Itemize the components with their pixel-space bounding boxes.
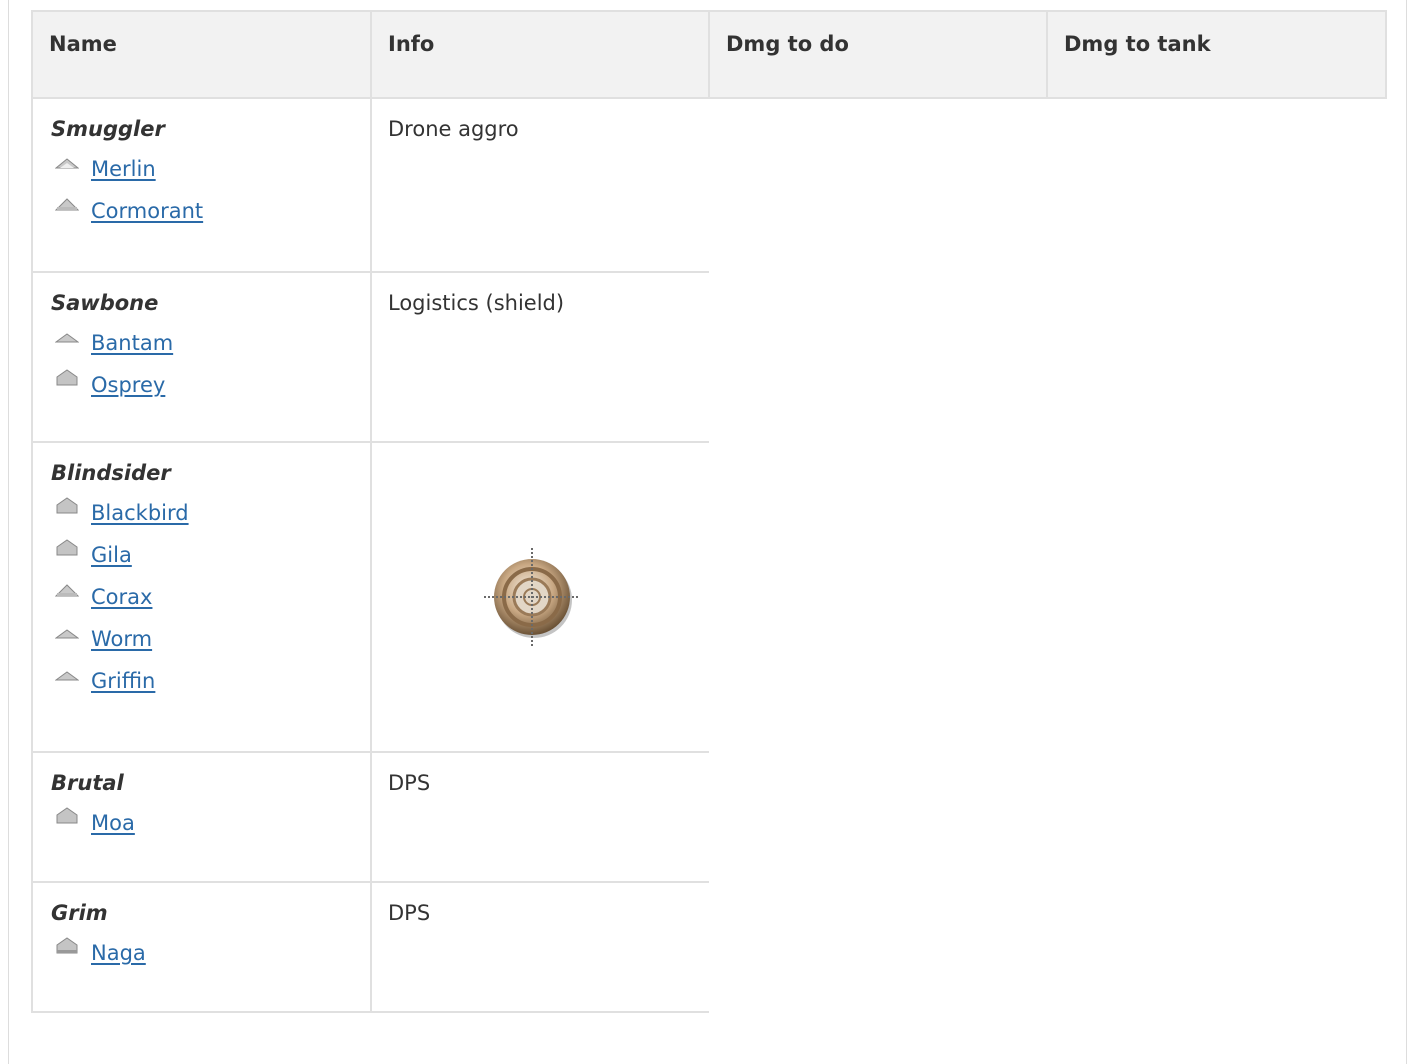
ship-hull-icon	[55, 495, 79, 515]
left-border	[8, 0, 9, 1064]
ship-link-merlin[interactable]: Merlin	[91, 157, 156, 181]
header-info: Info	[370, 10, 710, 99]
name-cell: Smuggler Merlin Cormorant	[31, 97, 372, 272]
header-dmg-to-do: Dmg to do	[708, 10, 1048, 99]
info-cell: DPS	[371, 751, 709, 882]
group-name: Sawbone	[51, 291, 159, 315]
ship-link-griffin[interactable]: Griffin	[91, 669, 155, 693]
dmg-to-tank-cell	[1047, 882, 1386, 1012]
dmg-to-do-cell	[709, 752, 1047, 882]
right-border	[1406, 0, 1407, 1064]
ship-link-bantam[interactable]: Bantam	[91, 331, 173, 355]
name-cell: Grim Naga	[31, 881, 372, 1013]
group-name: Blindsider	[51, 461, 171, 485]
dmg-to-tank-cell	[1047, 752, 1386, 882]
ship-entry: Blackbird	[51, 490, 354, 536]
header-dmg-to-tank: Dmg to tank	[1046, 10, 1387, 99]
name-cell: Brutal Moa	[31, 751, 372, 882]
page: Name Info Dmg to do Dmg to tank Smuggler…	[0, 0, 1410, 1064]
table-row: Blindsider Blackbird Gila Corax Worm Gri…	[31, 441, 1386, 752]
ship-hull-icon	[55, 367, 79, 387]
table-header-row: Name Info Dmg to do Dmg to tank	[31, 10, 1387, 99]
info-cell: Drone aggro	[371, 97, 709, 272]
info-text: Logistics (shield)	[388, 291, 565, 315]
ship-hull-icon	[54, 621, 80, 641]
ship-entry: Griffin	[51, 658, 354, 704]
dmg-to-tank-cell	[1047, 272, 1386, 442]
info-cell	[371, 441, 709, 752]
header-name: Name	[31, 10, 372, 99]
ship-hull-icon	[55, 537, 79, 557]
ship-link-osprey[interactable]: Osprey	[91, 373, 165, 397]
info-text: DPS	[388, 901, 431, 925]
name-cell: Blindsider Blackbird Gila Corax Worm Gri…	[31, 441, 372, 752]
dmg-to-do-cell	[709, 442, 1047, 752]
ship-entry: Worm	[51, 616, 354, 662]
name-cell: Sawbone Bantam Osprey	[31, 271, 372, 442]
ship-entry: Osprey	[51, 362, 354, 408]
ship-entry: Gila	[51, 532, 354, 578]
dmg-to-tank-cell	[1047, 442, 1386, 752]
ship-link-moa[interactable]: Moa	[91, 811, 135, 835]
ship-link-blackbird[interactable]: Blackbird	[91, 501, 189, 525]
table-row: Brutal Moa DPS	[31, 751, 1386, 882]
ship-link-worm[interactable]: Worm	[91, 627, 152, 651]
table-row: Grim Naga DPS	[31, 881, 1386, 1013]
ship-hull-icon	[54, 151, 80, 171]
ship-entry: Cormorant	[51, 188, 354, 234]
ship-entry: Bantam	[51, 320, 354, 366]
group-name: Brutal	[51, 771, 124, 795]
table-row: Smuggler Merlin Cormorant Drone aggro	[31, 97, 1386, 272]
crosshair-target-icon	[374, 546, 693, 650]
info-text: DPS	[388, 771, 431, 795]
ship-hull-icon	[55, 805, 79, 825]
ship-hull-icon	[54, 325, 80, 345]
ship-entry: Moa	[51, 800, 354, 846]
ship-entry: Naga	[51, 930, 354, 976]
info-cell: DPS	[371, 881, 709, 1013]
ship-hull-icon	[55, 935, 79, 955]
group-name: Smuggler	[51, 117, 165, 141]
ship-link-cormorant[interactable]: Cormorant	[91, 199, 203, 223]
dmg-to-do-cell	[709, 882, 1047, 1012]
ship-entry: Corax	[51, 574, 354, 620]
ship-roles-table: Name Info Dmg to do Dmg to tank Smuggler…	[31, 10, 1387, 1013]
ship-link-corax[interactable]: Corax	[91, 585, 152, 609]
table-row: Sawbone Bantam Osprey Logistics (shield)	[31, 271, 1386, 442]
ship-hull-icon	[54, 579, 80, 599]
info-cell: Logistics (shield)	[371, 271, 709, 442]
ship-hull-icon	[54, 663, 80, 683]
ship-link-naga[interactable]: Naga	[91, 941, 146, 965]
info-text: Drone aggro	[388, 117, 519, 141]
ship-entry: Merlin	[51, 146, 354, 192]
dmg-to-do-cell	[709, 272, 1047, 442]
dmg-to-do-cell	[709, 98, 1047, 272]
group-name: Grim	[51, 901, 108, 925]
ship-link-gila[interactable]: Gila	[91, 543, 132, 567]
dmg-to-tank-cell	[1047, 98, 1386, 272]
ship-hull-icon	[54, 193, 80, 213]
